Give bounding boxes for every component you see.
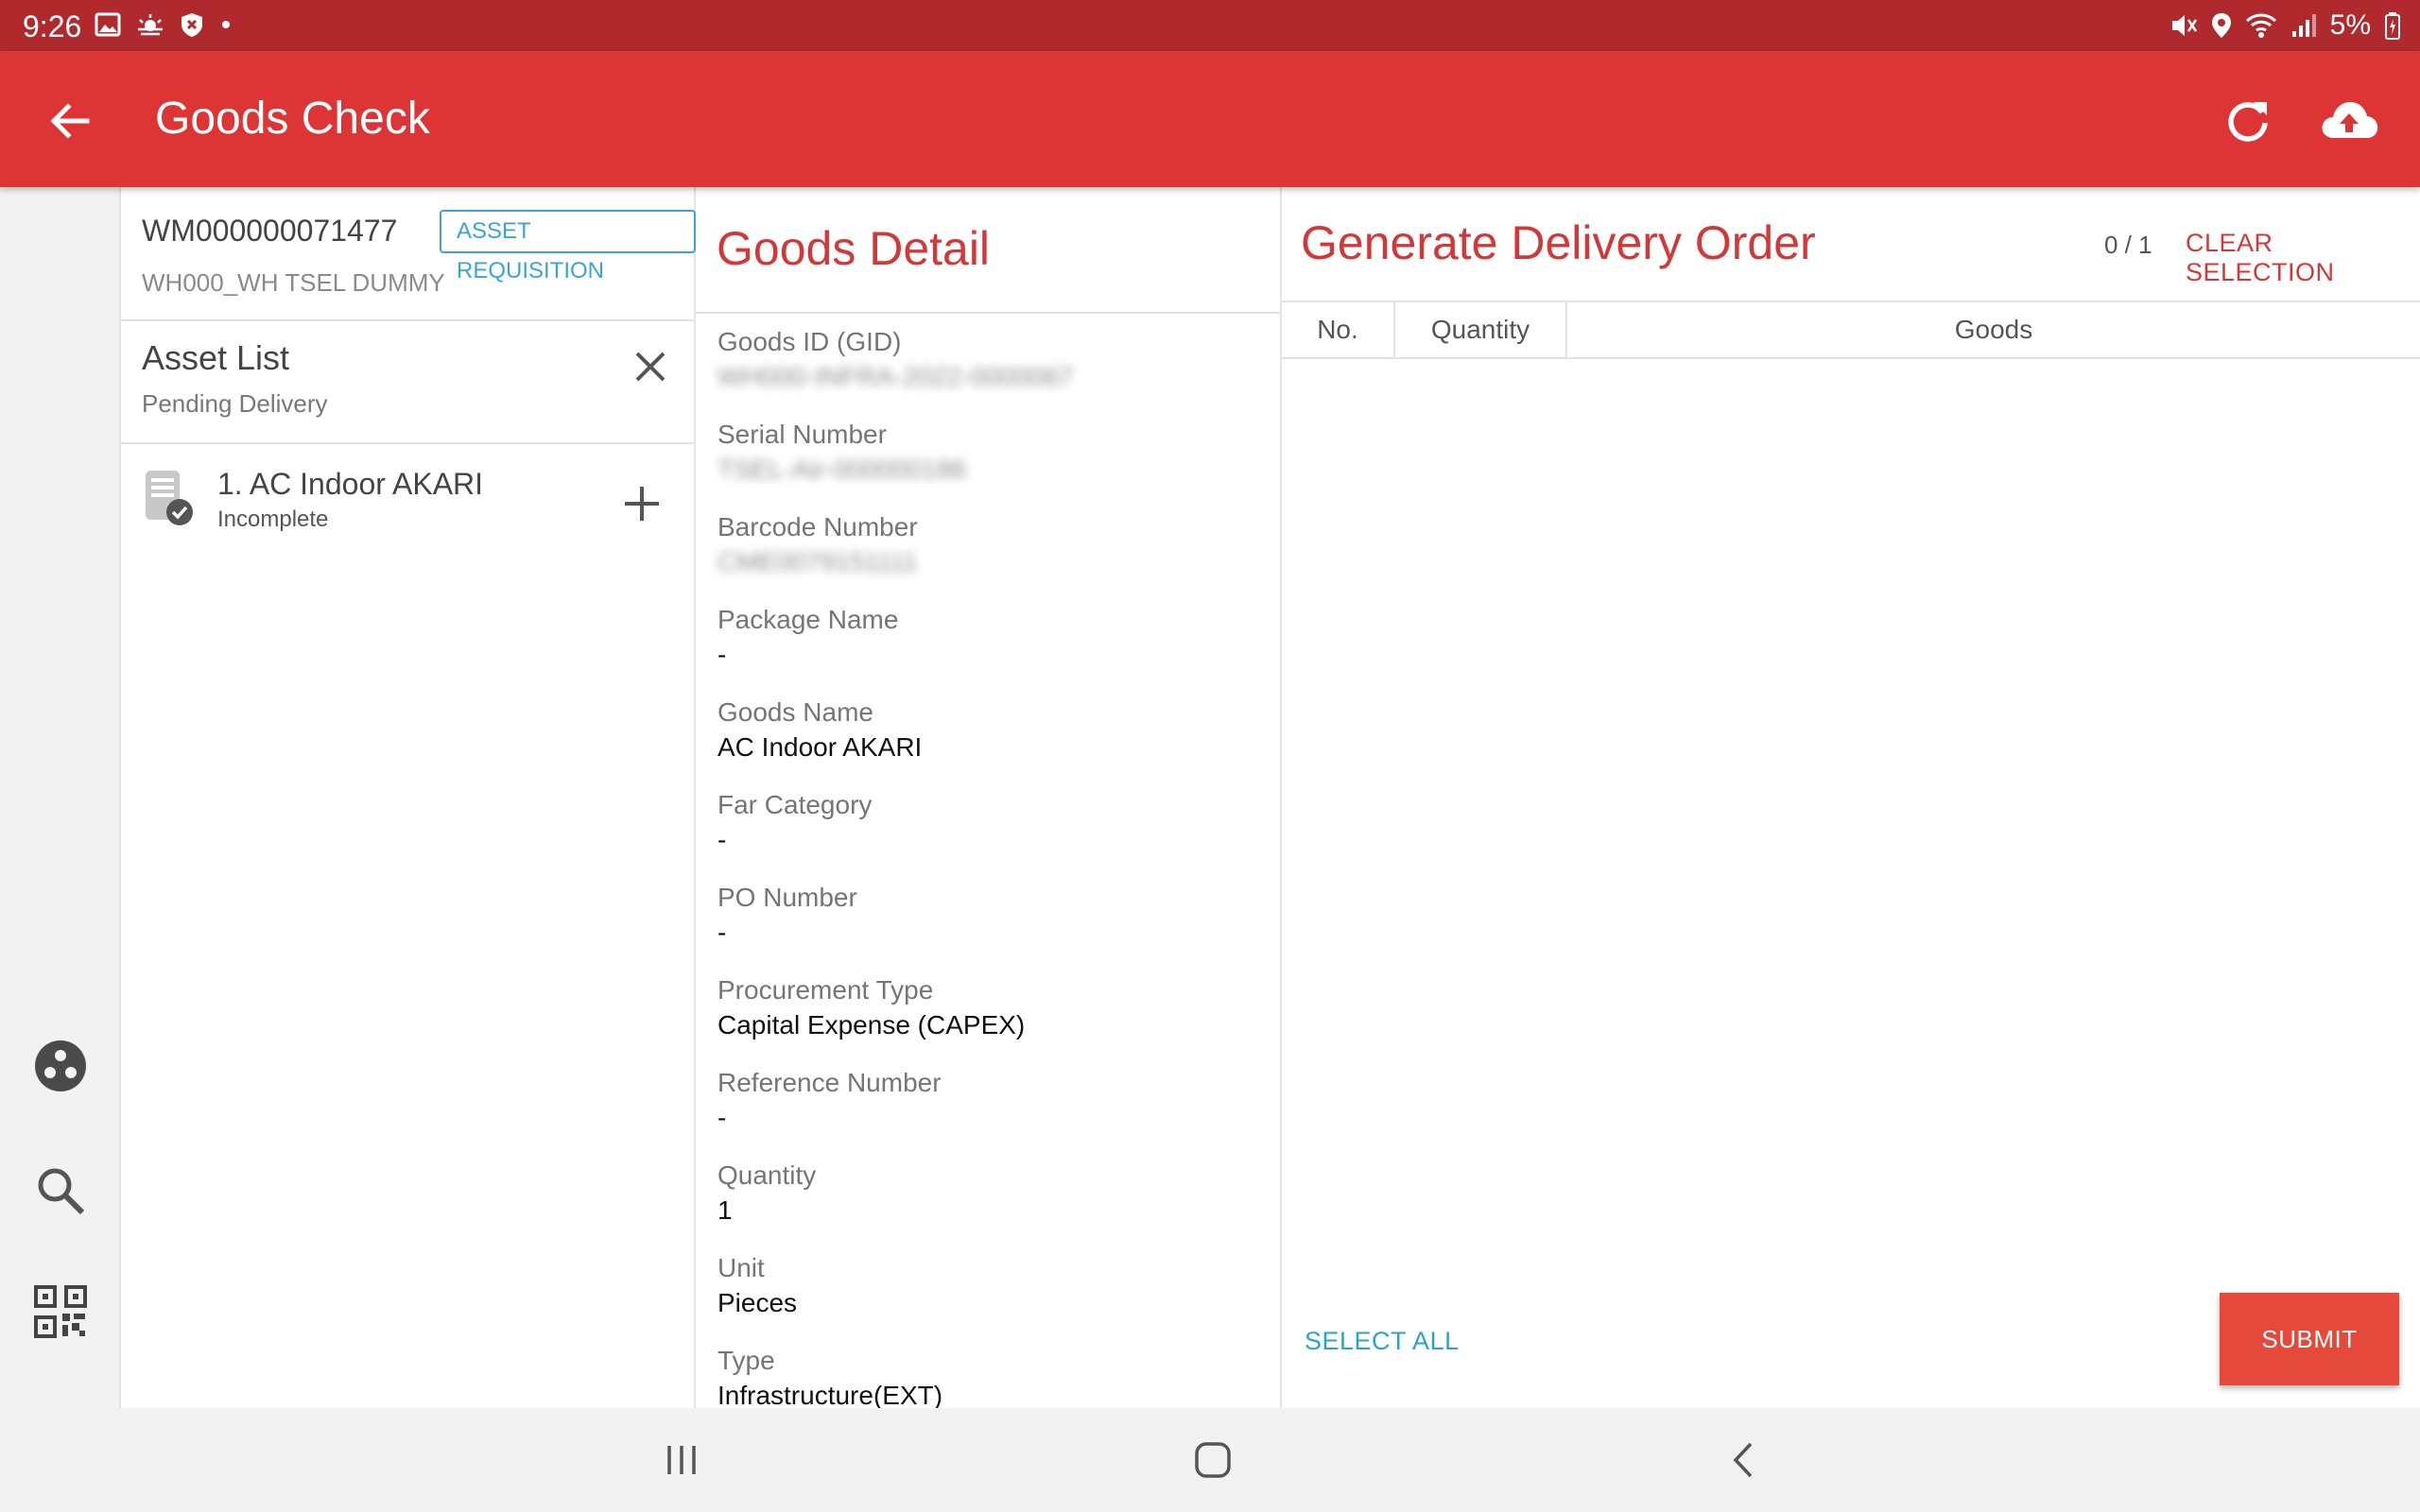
field-package-name: Package Name - — [717, 603, 1266, 696]
field-value: - — [717, 1103, 727, 1132]
asset-list-subtitle: Pending Delivery — [142, 389, 328, 418]
page-title: Goods Check — [155, 94, 430, 144]
field-barcode-number: Barcode Number CME0079151111 — [717, 510, 1266, 603]
system-nav-bar — [0, 1408, 2420, 1512]
asset-item-label: 1. AC Indoor AKARI — [217, 467, 484, 501]
field-value: Infrastructure(EXT) — [717, 1381, 943, 1408]
mute-icon — [2171, 15, 2197, 36]
field-unit: Unit Pieces — [717, 1251, 1266, 1344]
goods-detail-title: Goods Detail — [717, 222, 991, 275]
requisition-type-badge: ASSET REQUISITION — [440, 210, 696, 284]
field-label: Serial Number — [717, 420, 887, 449]
field-value: Pieces — [717, 1288, 798, 1317]
add-icon[interactable] — [620, 482, 664, 525]
field-value: Capital Expense (CAPEX) — [717, 1010, 1026, 1040]
field-label: Far Category — [717, 790, 873, 819]
status-bar: 9:26 5% — [0, 0, 2420, 51]
cloud-upload-icon[interactable] — [2318, 93, 2380, 149]
asset-panel: WM000000071477 ASSET REQUISITION WH000_W… — [121, 187, 696, 1408]
field-value: 1 — [717, 1195, 733, 1225]
field-far-category: Far Category - — [717, 788, 1266, 881]
field-value: TSEL-Air-000000186 — [717, 455, 967, 484]
column-header-goods: Goods — [1954, 315, 2033, 344]
field-label: PO Number — [717, 883, 857, 912]
field-label: Goods ID (GID) — [717, 327, 902, 356]
status-right-icons: 5% — [2169, 9, 2401, 42]
field-quantity: Quantity 1 — [717, 1159, 1266, 1251]
asset-list-header: Asset List Pending Delivery — [121, 321, 696, 444]
asset-checked-icon — [146, 471, 193, 525]
field-label: Package Name — [717, 605, 899, 634]
status-time: 9:26 — [23, 9, 82, 43]
list-item[interactable]: 1. AC Indoor AKARI Incomplete — [121, 444, 696, 558]
dot-icon — [222, 21, 230, 28]
submit-button[interactable]: SUBMIT — [2220, 1293, 2399, 1385]
location-icon — [2211, 13, 2231, 38]
app-bar: Goods Check — [0, 51, 2420, 187]
apps-icon[interactable] — [32, 1038, 89, 1094]
delivery-order-title: Generate Delivery Order — [1301, 216, 1816, 269]
goods-detail-panel: Goods Detail Goods ID (GID) WH000-INFRA-… — [696, 187, 1282, 1408]
shield-icon — [182, 13, 202, 37]
field-value: CME0079151111 — [717, 547, 918, 576]
column-header-quantity: Quantity — [1395, 302, 1567, 357]
battery-icon — [2385, 12, 2400, 40]
field-procurement-type: Procurement Type Capital Expense (CAPEX) — [717, 973, 1266, 1066]
weather-icon — [138, 14, 163, 36]
field-value: - — [717, 918, 727, 947]
search-icon[interactable] — [32, 1162, 89, 1219]
field-label: Unit — [717, 1253, 765, 1282]
field-value: AC Indoor AKARI — [717, 732, 923, 762]
field-goods-name: Goods Name AC Indoor AKARI — [717, 696, 1266, 788]
table-header: No. Quantity Goods — [1282, 301, 2420, 359]
field-value: - — [717, 825, 727, 854]
field-value: WH000-INFRA-2022-0000067 — [717, 362, 1074, 391]
field-goods-id: Goods ID (GID) WH000-INFRA-2022-0000067 — [717, 325, 1266, 418]
field-label: Procurement Type — [717, 975, 934, 1005]
field-type: Type Infrastructure(EXT) — [717, 1344, 1266, 1408]
recent-apps-icon[interactable] — [658, 1436, 705, 1484]
delivery-order-panel: Generate Delivery Order 0 / 1 CLEAR SELE… — [1282, 187, 2420, 1408]
field-value: - — [717, 640, 727, 669]
asset-list-title: Asset List — [142, 338, 290, 377]
left-rail — [0, 187, 121, 1408]
close-icon[interactable] — [628, 344, 673, 389]
goods-detail-fields: Goods ID (GID) WH000-INFRA-2022-0000067 … — [717, 325, 1266, 1408]
nav-back-icon[interactable] — [1720, 1436, 1768, 1484]
select-all-button[interactable]: SELECT ALL — [1305, 1327, 1460, 1356]
selection-count: 0 / 1 — [2104, 231, 2152, 259]
status-left-icons — [95, 11, 233, 38]
home-icon[interactable] — [1189, 1436, 1236, 1484]
battery-percent: 5% — [2329, 9, 2371, 41]
requisition-id: WM000000071477 — [142, 214, 398, 248]
back-arrow-icon[interactable] — [43, 94, 96, 147]
divider — [696, 312, 1280, 314]
field-label: Type — [717, 1346, 775, 1375]
asset-item-status: Incomplete — [217, 507, 329, 532]
image-icon — [95, 12, 121, 37]
qr-code-icon[interactable] — [32, 1283, 89, 1340]
signal-icon — [2291, 14, 2316, 37]
wifi-icon — [2245, 13, 2276, 38]
field-serial-number: Serial Number TSEL-Air-000000186 — [717, 418, 1266, 510]
warehouse-name: WH000_WH TSEL DUMMY — [142, 268, 445, 297]
column-header-no: No. — [1282, 302, 1395, 357]
requisition-header: WM000000071477 ASSET REQUISITION WH000_W… — [121, 187, 696, 321]
field-po-number: PO Number - — [717, 881, 1266, 973]
field-label: Reference Number — [717, 1068, 942, 1097]
refresh-icon[interactable] — [2220, 93, 2276, 149]
field-label: Goods Name — [717, 697, 873, 727]
clear-selection-button[interactable]: CLEAR SELECTION — [2186, 229, 2420, 287]
field-label: Quantity — [717, 1160, 817, 1190]
field-reference-number: Reference Number - — [717, 1066, 1266, 1159]
field-label: Barcode Number — [717, 512, 918, 541]
